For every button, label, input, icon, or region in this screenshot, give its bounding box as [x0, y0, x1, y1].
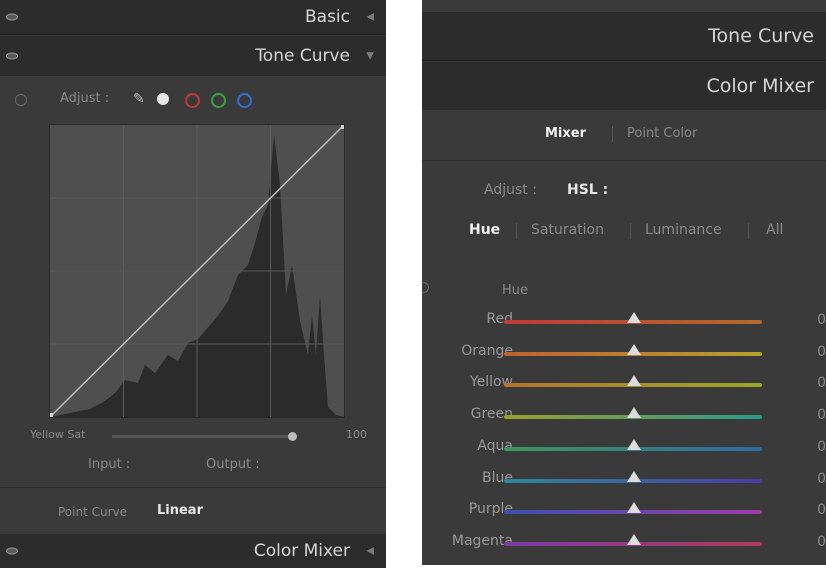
tab-luminance[interactable]: Luminance: [645, 222, 722, 238]
color-mixer-section-header[interactable]: Color Mixer: [422, 62, 826, 110]
yellow-sat-row: Yellow Sat 100: [0, 426, 386, 446]
tab-separator: [516, 223, 517, 239]
output-label: Output :: [206, 457, 260, 472]
slider-label: Green: [470, 406, 513, 423]
basic-section-header[interactable]: Basic ◀: [0, 0, 386, 34]
slider-label: Orange: [461, 342, 513, 359]
channel-row: Adjust : ✎: [0, 86, 386, 114]
target-adjust-icon[interactable]: [422, 282, 429, 293]
right-panel: Tone Curve Color Mixer Mixer Point Color…: [422, 0, 826, 565]
color-mixer-title: Color Mixer: [253, 541, 350, 561]
slider-thumb[interactable]: [627, 533, 641, 545]
divider: [422, 60, 826, 61]
red-channel-icon[interactable]: [185, 93, 200, 108]
tone-curve-section-header[interactable]: Tone Curve: [422, 12, 826, 60]
color-mixer-title: Color Mixer: [706, 75, 814, 97]
hue-slider-row-red: Red 0: [422, 308, 826, 336]
adjust-label: Adjust :: [484, 182, 537, 198]
adjust-label: Adjust :: [60, 91, 110, 106]
slider-value[interactable]: 0: [817, 534, 826, 550]
yellow-sat-label: Yellow Sat: [30, 428, 86, 441]
slider-thumb[interactable]: [627, 343, 641, 355]
slider-label: Red: [486, 311, 513, 327]
basic-title: Basic: [304, 7, 350, 27]
tab-separator: [612, 126, 613, 142]
curve-point-black[interactable]: [50, 413, 53, 417]
slider-value[interactable]: 0: [817, 439, 826, 455]
yellow-sat-track[interactable]: [112, 435, 292, 438]
hue-slider-row-yellow: Yellow 0: [422, 371, 826, 399]
slider-value[interactable]: 0: [817, 407, 826, 423]
point-curve-select[interactable]: Linear: [157, 503, 203, 518]
tab-separator: [630, 223, 631, 239]
tab-hue[interactable]: Hue: [469, 222, 500, 238]
divider: [422, 160, 826, 161]
eye-icon[interactable]: [6, 13, 18, 21]
curve-point-white[interactable]: [341, 125, 344, 129]
expand-arrow-icon[interactable]: ◀: [366, 12, 374, 23]
expand-arrow-icon[interactable]: ◀: [366, 546, 374, 557]
green-channel-icon[interactable]: [211, 93, 226, 108]
hue-slider-row-blue: Blue 0: [422, 467, 826, 495]
tone-curve-title: Tone Curve: [255, 46, 350, 66]
slider-value[interactable]: 0: [817, 375, 826, 391]
tab-separator: [748, 223, 749, 239]
slider-thumb[interactable]: [627, 470, 641, 482]
tab-mixer[interactable]: Mixer: [545, 126, 586, 141]
slider-value[interactable]: 0: [817, 471, 826, 487]
tab-all[interactable]: All: [766, 222, 783, 238]
tone-curve-graph[interactable]: [49, 124, 345, 418]
left-panel: Basic ◀ Tone Curve ▼ Adjust : ✎ Yellow S…: [0, 0, 386, 568]
parametric-curve-icon[interactable]: ✎: [133, 91, 145, 107]
eye-icon[interactable]: [6, 52, 18, 60]
slider-label: Purple: [468, 501, 513, 518]
tab-saturation[interactable]: Saturation: [531, 222, 604, 238]
hue-slider-row-green: Green 0: [422, 403, 826, 431]
collapse-arrow-icon[interactable]: ▼: [366, 51, 374, 62]
slider-thumb[interactable]: [627, 407, 641, 419]
hue-slider-row-orange: Orange 0: [422, 340, 826, 368]
hue-slider-row-magenta: Magenta 0: [422, 530, 826, 558]
hue-slider-row-aqua: Aqua 0: [422, 435, 826, 463]
slider-thumb[interactable]: [627, 438, 641, 450]
eye-icon[interactable]: [6, 547, 18, 555]
color-mixer-section-header[interactable]: Color Mixer ◀: [0, 534, 386, 568]
input-label: Input :: [88, 457, 131, 472]
blue-channel-icon[interactable]: [237, 93, 252, 108]
slider-label: Aqua: [477, 437, 513, 454]
slider-value[interactable]: 0: [817, 502, 826, 518]
tab-point-color[interactable]: Point Color: [627, 126, 697, 141]
target-adjust-icon[interactable]: [15, 94, 27, 106]
slider-label: Magenta: [451, 532, 513, 549]
yellow-sat-thumb[interactable]: [288, 432, 297, 441]
slider-value[interactable]: 0: [817, 344, 826, 360]
slider-value[interactable]: 0: [817, 312, 826, 328]
slider-label: Blue: [482, 469, 513, 486]
hue-slider-row-purple: Purple 0: [422, 498, 826, 526]
yellow-sat-value: 100: [346, 428, 367, 441]
slider-thumb[interactable]: [627, 375, 641, 387]
divider: [0, 34, 386, 35]
slider-label: Yellow: [469, 374, 513, 391]
tone-curve-title: Tone Curve: [708, 25, 814, 47]
slider-thumb[interactable]: [627, 502, 641, 514]
hue-section-title: Hue: [502, 283, 529, 298]
point-curve-label: Point Curve: [58, 505, 128, 519]
slider-thumb[interactable]: [627, 312, 641, 323]
divider: [0, 487, 386, 488]
adjust-mode-select[interactable]: HSL :: [567, 182, 608, 198]
tone-curve-section-header[interactable]: Tone Curve ▼: [0, 36, 386, 76]
point-curve-rgb-icon[interactable]: [157, 93, 169, 105]
